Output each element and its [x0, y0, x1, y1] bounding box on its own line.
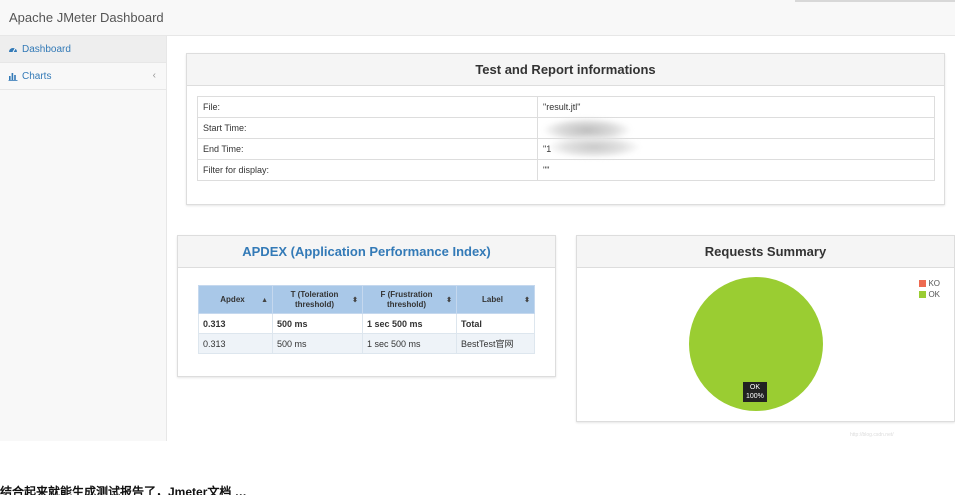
table-row: 0.313 500 ms 1 sec 500 ms Total: [198, 313, 535, 334]
pie-slice-name: OK: [749, 384, 761, 391]
table-cell: Total: [456, 313, 535, 334]
sidebar-item-dashboard[interactable]: Dashboard: [0, 36, 166, 63]
panel-title: Test and Report informations: [187, 54, 944, 86]
sidebar-item-charts[interactable]: Charts ‹: [0, 63, 166, 90]
table-row: Filter for display: "": [197, 159, 935, 181]
sort-icon: ⬍: [352, 297, 358, 304]
sidebar-item-label: Dashboard: [22, 43, 71, 55]
column-header-label[interactable]: Label ⬍: [456, 285, 535, 314]
table-cell: 500 ms: [272, 313, 363, 334]
redaction-blur: [548, 136, 640, 158]
dashboard-icon: [9, 48, 17, 53]
panel-title: APDEX (Application Performance Index): [178, 236, 555, 268]
requests-summary-panel: Requests Summary KO OK OK 100%: [576, 235, 955, 422]
apdex-panel: APDEX (Application Performance Index) Ap…: [177, 235, 556, 377]
sidebar-item-label: Charts: [22, 70, 52, 82]
table-cell: 0.313: [198, 333, 273, 354]
navbar-divider: [795, 0, 955, 2]
bar-chart-icon: [8, 73, 18, 81]
app-title[interactable]: Apache JMeter Dashboard: [9, 10, 164, 25]
info-value: "result.jtl": [537, 96, 935, 118]
footer-caption: 结合起来就能生成测试报告了，Jmeter文档 …: [0, 485, 247, 495]
top-navbar: Apache JMeter Dashboard: [0, 0, 955, 36]
table-header-row: Apdex ▲ T (Toleration threshold) ⬍ F (Frus…: [198, 285, 535, 314]
column-header-toleration[interactable]: T (Toleration threshold) ⬍: [272, 285, 363, 314]
panel-title: Requests Summary: [577, 236, 954, 268]
table-row: 0.313 500 ms 1 sec 500 ms BestTest官网: [198, 333, 535, 354]
dashboard-app: Apache JMeter Dashboard Dashboard Charts…: [0, 0, 955, 495]
sort-icon: ⬍: [446, 297, 452, 304]
column-header-frustration[interactable]: F (Frustration threshold) ⬍: [362, 285, 457, 314]
apdex-table: Apdex ▲ T (Toleration threshold) ⬍ F (Frus…: [198, 285, 535, 354]
sort-asc-icon: ▲: [261, 297, 268, 304]
table-cell: 500 ms: [272, 333, 363, 354]
table-cell: BestTest官网: [456, 333, 535, 354]
chevron-left-icon[interactable]: ‹: [153, 70, 156, 81]
info-value: "": [537, 159, 935, 181]
pie-slice-label-ok: OK 100%: [743, 382, 767, 402]
info-key: File:: [197, 96, 538, 118]
info-key: Start Time:: [197, 117, 538, 139]
watermark: http://blog.csdn.net/: [850, 432, 894, 438]
info-key: Filter for display:: [197, 159, 538, 181]
table-cell: 1 sec 500 ms: [362, 313, 457, 334]
sidebar: Dashboard Charts ‹: [0, 36, 167, 441]
table-row: File: "result.jtl": [197, 96, 935, 118]
info-key: End Time:: [197, 138, 538, 160]
sort-icon: ⬍: [524, 297, 530, 304]
table-cell: 1 sec 500 ms: [362, 333, 457, 354]
pie-slice-percent: 100%: [746, 393, 764, 400]
table-cell: 0.313: [198, 313, 273, 334]
column-header-apdex[interactable]: Apdex ▲: [198, 285, 273, 314]
